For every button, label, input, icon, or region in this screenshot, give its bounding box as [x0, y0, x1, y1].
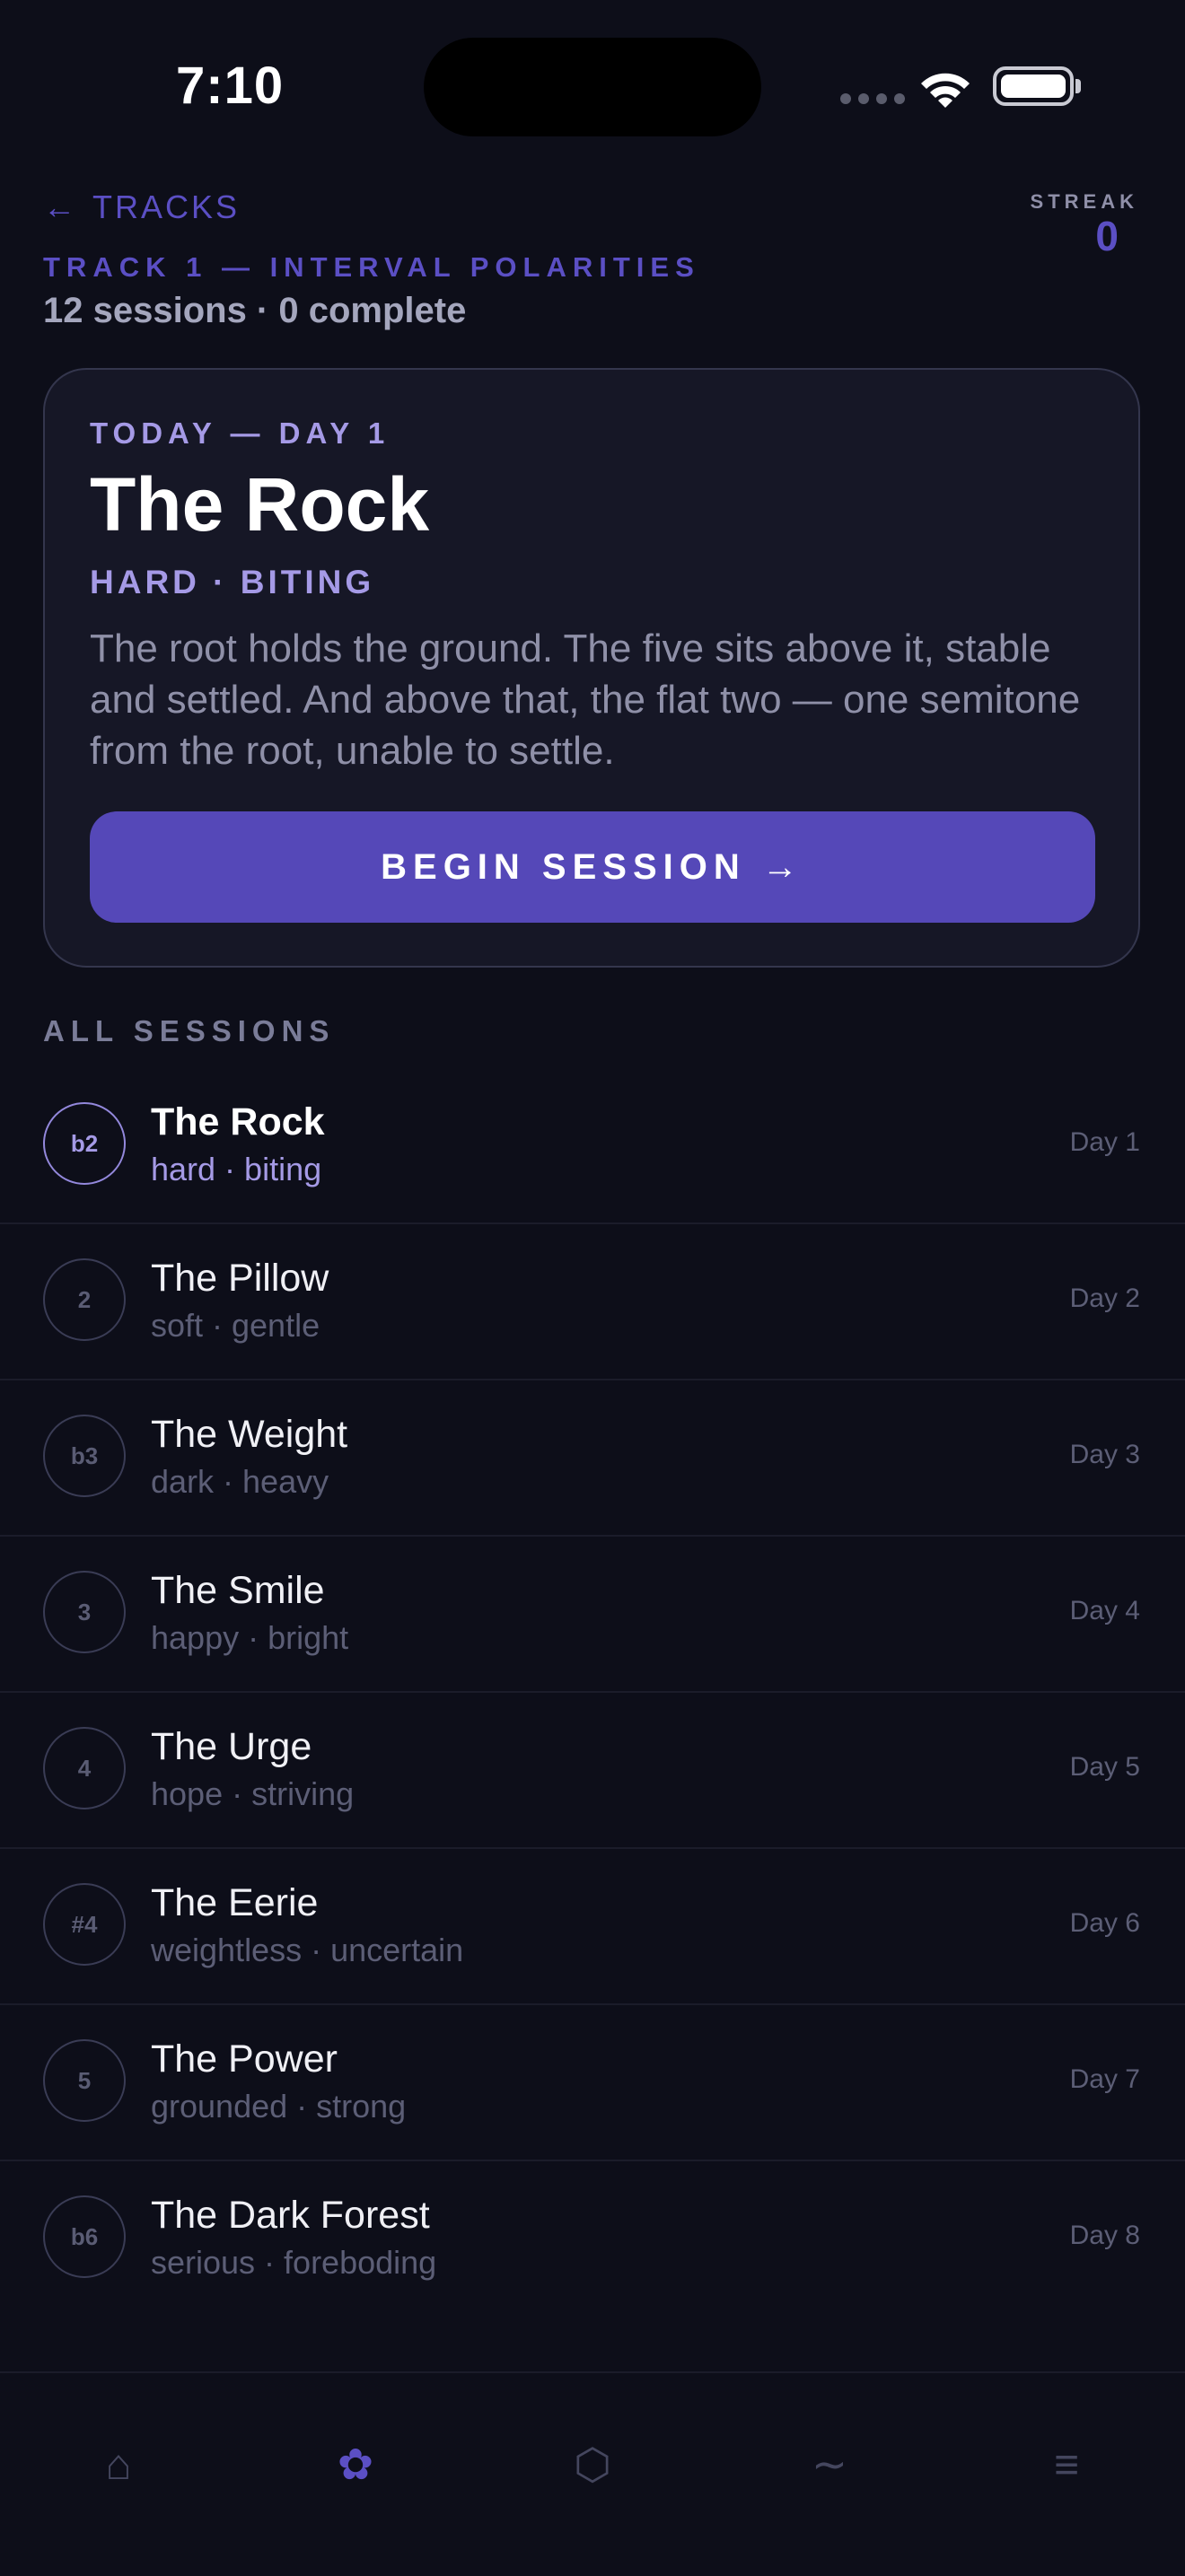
today-tags: HARD · BITING: [90, 564, 375, 600]
interval-badge: 4: [43, 1727, 126, 1809]
status-time: 7:10: [176, 57, 285, 115]
interval-badge: 2: [43, 1258, 126, 1341]
track-title: TRACK 1 — INTERVAL POLARITIES: [43, 251, 700, 283]
back-to-tracks-link[interactable]: ← TRACKS: [43, 188, 240, 226]
session-day: Day 7: [1069, 2064, 1140, 2094]
session-row[interactable]: b3 The Weight dark · heavy Day 3: [0, 1380, 1185, 1537]
session-title: The Dark Forest: [151, 2194, 430, 2237]
session-title: The Urge: [151, 1725, 312, 1768]
cellular-signal-icon: [840, 93, 905, 104]
interval-badge: b3: [43, 1415, 126, 1497]
interval-badge: b2: [43, 1102, 126, 1185]
menu-icon[interactable]: ≡: [1022, 2420, 1111, 2510]
session-day: Day 5: [1069, 1752, 1140, 1782]
today-card: TODAY — DAY 1 The Rock HARD · BITING The…: [43, 368, 1140, 968]
today-title: The Rock: [90, 462, 430, 547]
wave-icon[interactable]: ∼: [785, 2420, 874, 2510]
session-row[interactable]: b6 The Dark Forest serious · foreboding …: [0, 2161, 1185, 2316]
session-list: b2 The Rock hard · biting Day 1 2 The Pi…: [0, 1068, 1185, 2316]
session-subtitle: serious · foreboding: [151, 2244, 437, 2281]
session-row[interactable]: b2 The Rock hard · biting Day 1: [0, 1068, 1185, 1224]
session-day: Day 1: [1069, 1127, 1140, 1157]
session-day: Day 4: [1069, 1596, 1140, 1625]
streak-label: STREAK: [1030, 190, 1138, 213]
interval-badge: #4: [43, 1883, 126, 1966]
battery-cap: [1075, 79, 1081, 93]
session-subtitle: weightless · uncertain: [151, 1932, 464, 1968]
today-eyebrow: TODAY — DAY 1: [90, 416, 391, 450]
session-subtitle: dark · heavy: [151, 1463, 329, 1500]
session-subtitle: hope · striving: [151, 1775, 355, 1812]
interval-badge: b6: [43, 2195, 126, 2278]
begin-session-button[interactable]: BEGIN SESSION →: [90, 811, 1095, 923]
session-row[interactable]: 4 The Urge hope · striving Day 5: [0, 1693, 1185, 1849]
session-title: The Rock: [151, 1100, 325, 1143]
status-bar: 7:10: [0, 0, 1185, 180]
session-title: The Eerie: [151, 1881, 319, 1924]
session-row[interactable]: 5 The Power grounded · strong Day 7: [0, 2005, 1185, 2161]
home-icon[interactable]: ⌂: [74, 2420, 163, 2510]
hexagon-icon[interactable]: ⬡: [548, 2420, 637, 2510]
session-subtitle: hard · biting: [151, 1151, 322, 1187]
session-row[interactable]: 3 The Smile happy · bright Day 4: [0, 1537, 1185, 1693]
session-subtitle: grounded · strong: [151, 2088, 407, 2125]
session-title: The Power: [151, 2037, 338, 2081]
back-arrow-icon: ←: [43, 188, 78, 225]
interval-badge: 5: [43, 2039, 126, 2122]
interval-badge: 3: [43, 1571, 126, 1653]
track-meta: 12 sessions · 0 complete: [43, 291, 467, 330]
bottom-nav: ⌂ ✿ ⬡ ∼ ≡: [0, 2371, 1185, 2576]
back-link-label: TRACKS: [92, 188, 241, 225]
streak-value: 0: [1095, 213, 1119, 259]
session-subtitle: happy · bright: [151, 1619, 349, 1656]
session-title: The Pillow: [151, 1257, 329, 1300]
today-description: The root holds the ground. The five sits…: [90, 626, 1081, 773]
all-sessions-label: ALL SESSIONS: [43, 1014, 336, 1047]
battery-icon: [993, 66, 1074, 106]
session-day: Day 2: [1069, 1284, 1140, 1313]
session-day: Day 3: [1069, 1440, 1140, 1469]
flower-icon[interactable]: ✿: [311, 2420, 400, 2510]
session-title: The Weight: [151, 1413, 348, 1456]
session-subtitle: soft · gentle: [151, 1307, 320, 1344]
wifi-icon: [921, 73, 970, 108]
session-row[interactable]: 2 The Pillow soft · gentle Day 2: [0, 1224, 1185, 1380]
session-day: Day 6: [1069, 1908, 1140, 1938]
session-day: Day 8: [1069, 2221, 1140, 2250]
dynamic-island: [424, 38, 761, 136]
session-row[interactable]: #4 The Eerie weightless · uncertain Day …: [0, 1849, 1185, 2005]
session-title: The Smile: [151, 1569, 325, 1612]
